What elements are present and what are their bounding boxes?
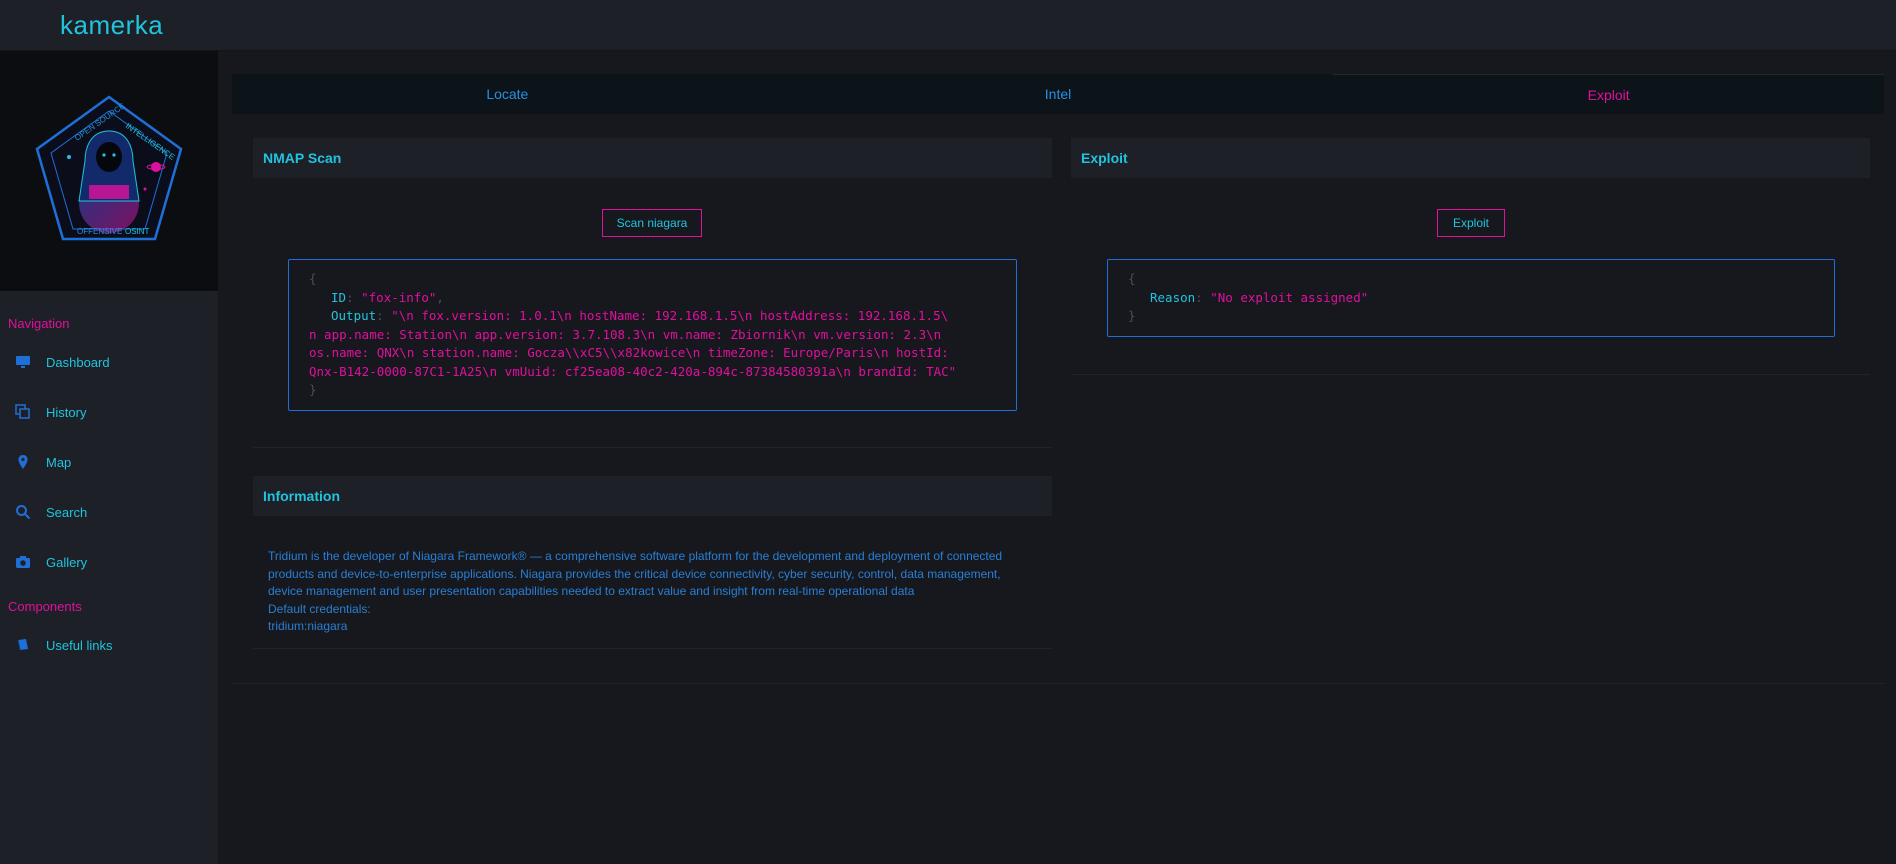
json-output-line: Output: "\n fox.version: 1.0.1\n hostNam…	[331, 308, 949, 323]
divider	[253, 447, 1052, 448]
sidebar-item-map[interactable]: Map	[0, 437, 218, 487]
information-paragraph-line: products and device-to-enterprise applic…	[268, 566, 1001, 581]
navigation-section-title: Navigation	[8, 316, 70, 331]
json-open-brace: {	[309, 271, 317, 286]
json-id-line: ID: "fox-info",	[331, 289, 444, 305]
exploit-result-box: { Reason: "No exploit assigned" }	[1107, 259, 1835, 337]
json-value-reason: "No exploit assigned"	[1210, 289, 1369, 305]
information-text: Tridium is the developer of Niagara Fram…	[268, 548, 1048, 636]
tab-exploit[interactable]: Exploit	[1333, 74, 1885, 114]
app-logo[interactable]: kamerka	[60, 10, 163, 41]
sidebar-item-gallery[interactable]: Gallery	[0, 537, 218, 587]
json-key-output: Output	[331, 308, 377, 323]
sidebar-item-history[interactable]: History	[0, 387, 218, 437]
json-open-brace: {	[1128, 271, 1136, 286]
camera-icon	[14, 553, 32, 571]
json-close-brace: }	[309, 382, 317, 397]
exploit-button[interactable]: Exploit	[1437, 209, 1505, 237]
divider	[1071, 374, 1870, 375]
json-value-id: "fox-info"	[361, 289, 437, 305]
divider	[232, 683, 1884, 684]
credentials-label: Default credentials:	[268, 601, 371, 616]
json-value-output-4: Qnx-B142-0000-87C1-1A25\n vmUuid: cf25ea…	[309, 363, 957, 379]
exploit-header: Exploit	[1071, 138, 1870, 178]
monitor-icon	[14, 353, 32, 371]
tab-bar: Locate Intel Exploit	[232, 74, 1885, 114]
information-paragraph-line: Tridium is the developer of Niagara Fram…	[268, 549, 1003, 563]
json-value-output-3: os.name: QNX\n station.name: Gocza\\xC5\…	[309, 345, 949, 360]
components-section-title: Components	[8, 599, 82, 614]
nmap-scan-header: NMAP Scan	[253, 138, 1052, 178]
top-bar: kamerka	[0, 0, 1896, 51]
sidebar: OPEN SOURCE INTELLIGENCE OFFENSIVE OSINT…	[0, 51, 218, 864]
sidebar-item-label: Useful links	[46, 637, 113, 653]
sidebar-item-label: Dashboard	[46, 354, 110, 370]
search-icon	[14, 503, 32, 521]
map-pin-icon	[14, 453, 32, 471]
osint-badge-logo: OPEN SOURCE INTELLIGENCE OFFENSIVE OSINT	[35, 95, 183, 241]
information-header: Information	[253, 476, 1052, 516]
book-icon	[14, 636, 32, 654]
main-content: Locate Intel Exploit NMAP Scan Scan niag…	[218, 51, 1896, 864]
credentials-value: tridium:niagara	[268, 619, 348, 633]
json-close-brace: }	[1128, 308, 1136, 323]
json-value-output-1: "\n fox.version: 1.0.1\n hostName: 192.1…	[391, 308, 949, 323]
tab-intel[interactable]: Intel	[783, 74, 1334, 114]
sidebar-item-dashboard[interactable]: Dashboard	[0, 337, 218, 387]
tab-locate[interactable]: Locate	[232, 74, 783, 114]
scan-niagara-button[interactable]: Scan niagara	[602, 209, 702, 237]
svg-text:OFFENSIVE: OFFENSIVE	[77, 227, 122, 236]
json-key-id: ID	[331, 289, 347, 305]
json-reason-line: Reason: "No exploit assigned"	[1150, 289, 1369, 305]
sidebar-item-search[interactable]: Search	[0, 487, 218, 537]
copy-icon	[14, 403, 32, 421]
json-key-reason: Reason	[1150, 289, 1196, 305]
sidebar-item-label: Search	[46, 504, 88, 520]
sidebar-item-label: Gallery	[46, 554, 88, 570]
badge-area: OPEN SOURCE INTELLIGENCE OFFENSIVE OSINT	[0, 51, 218, 291]
sidebar-item-useful-links[interactable]: Useful links	[0, 620, 218, 670]
svg-text:OSINT: OSINT	[125, 227, 150, 236]
nmap-result-box: { ID: "fox-info", Output: "\n fox.versio…	[288, 259, 1017, 411]
sidebar-item-label: History	[46, 404, 87, 420]
divider	[253, 648, 1052, 649]
sidebar-item-label: Map	[46, 454, 72, 470]
json-value-output-2: n app.name: Station\n app.version: 3.7.1…	[309, 326, 942, 342]
information-paragraph-line: device management and user presentation …	[268, 584, 915, 598]
